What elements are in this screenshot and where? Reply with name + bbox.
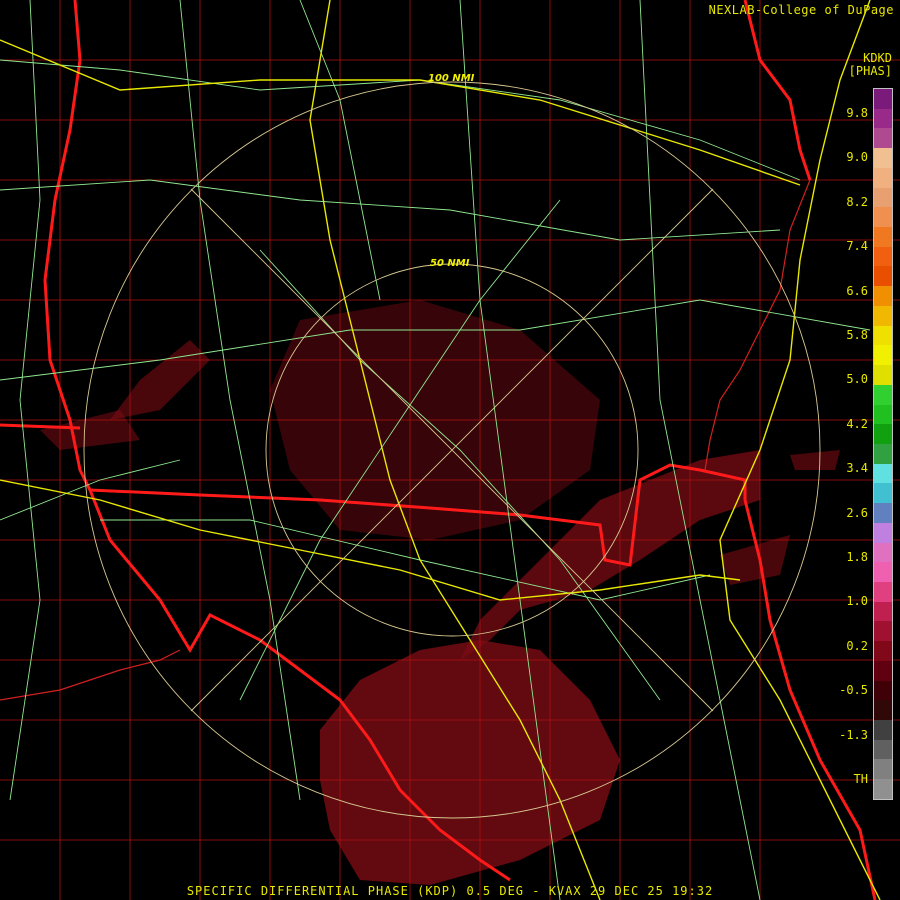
legend-swatch <box>874 463 892 484</box>
legend-swatch <box>874 443 892 464</box>
legend-tick-label: 4.2 <box>846 416 868 431</box>
legend-tick-label: 1.8 <box>846 550 868 564</box>
legend-swatch <box>874 779 892 799</box>
product-label: KDKD [PHAS] <box>849 52 892 78</box>
legend-swatch <box>874 345 892 366</box>
legend-swatch <box>874 581 892 602</box>
legend-tick-label: -0.5 <box>839 683 868 698</box>
legend-swatch <box>874 503 892 523</box>
legend-swatch <box>874 739 892 760</box>
legend-tick-label: 5.0 <box>846 372 868 387</box>
legend-swatch <box>874 266 892 287</box>
legend-swatch <box>874 325 892 346</box>
legend-tick-label: 6.6 <box>846 283 868 298</box>
legend-swatch <box>874 424 892 444</box>
legend-swatch <box>874 542 892 563</box>
legend-swatch <box>874 404 892 425</box>
legend-swatch <box>874 720 892 740</box>
legend-swatch <box>874 601 892 622</box>
legend-tick-label: 9.0 <box>846 150 868 165</box>
legend-tick-label: TH <box>853 772 868 786</box>
legend-swatch <box>874 227 892 247</box>
legend-swatch <box>874 128 892 149</box>
product-caption: SPECIFIC DIFFERENTIAL PHASE (KDP) 0.5 DE… <box>186 884 714 898</box>
legend-swatch <box>874 207 892 228</box>
legend-swatch <box>874 286 892 306</box>
legend-swatch <box>874 246 892 267</box>
legend-swatch <box>874 522 892 543</box>
legend-swatch <box>874 108 892 129</box>
radar-map <box>0 0 900 900</box>
legend-swatch <box>874 680 892 701</box>
legend-tick-label: 3.4 <box>846 461 868 476</box>
legend-tick-label: 9.8 <box>846 106 868 120</box>
legend-swatch <box>874 700 892 720</box>
legend-swatch <box>874 483 892 504</box>
product-unit: [PHAS] <box>848 64 892 78</box>
legend-tick-label: 5.8 <box>846 328 868 342</box>
legend-swatch <box>874 384 892 405</box>
legend-swatch <box>874 148 892 168</box>
legend-tick-label: 1.0 <box>846 594 868 609</box>
legend-swatch <box>874 621 892 642</box>
legend-swatch <box>874 660 892 681</box>
legend-swatch <box>874 89 892 109</box>
legend-tick-label: 2.6 <box>846 505 868 520</box>
legend-swatch <box>874 641 892 661</box>
legend-swatch <box>874 562 892 582</box>
color-legend <box>873 88 893 800</box>
legend-tick-label: 7.4 <box>846 239 868 254</box>
legend-swatch <box>874 759 892 780</box>
ring-label-inner: 50 NMI <box>430 258 470 269</box>
credit-text: NEXLAB-College of DuPage <box>708 3 894 17</box>
legend-tick-label: 0.2 <box>846 638 868 653</box>
legend-swatch <box>874 365 892 385</box>
legend-swatch <box>874 167 892 188</box>
legend-tick-label: -1.3 <box>839 727 868 742</box>
legend-swatch <box>874 305 892 326</box>
legend-swatch <box>874 187 892 208</box>
ring-label-outer: 100 NMI <box>428 73 475 84</box>
legend-tick-label: 8.2 <box>846 194 868 209</box>
